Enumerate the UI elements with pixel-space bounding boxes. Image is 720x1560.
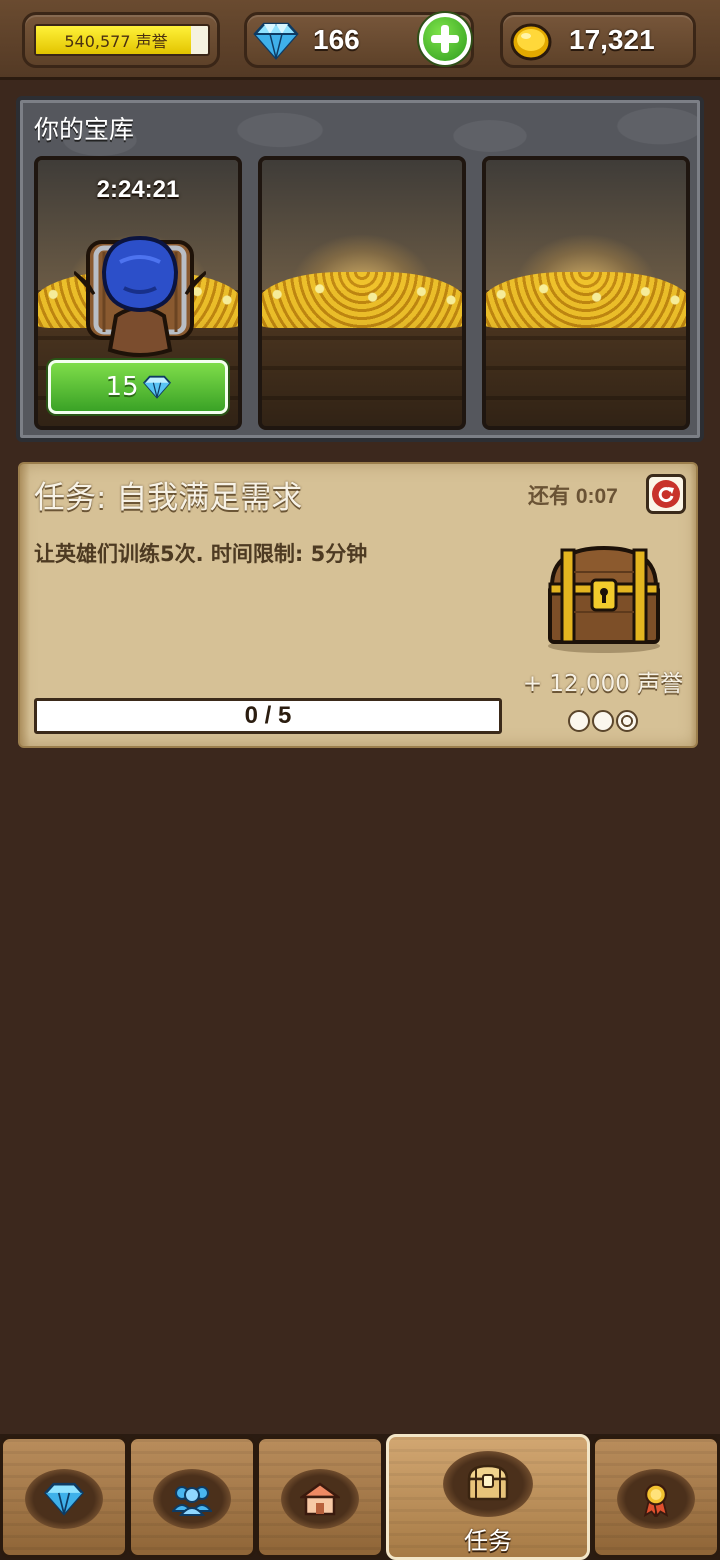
medal-icon — [643, 1483, 669, 1517]
slot-wall — [262, 160, 462, 290]
difficulty-dot — [592, 710, 614, 732]
refresh-icon — [652, 480, 680, 508]
reputation-bar: 540,577 声誉 — [34, 24, 210, 56]
unlock-cost: 15 — [105, 372, 139, 402]
buildings-icon — [300, 1482, 340, 1516]
tab-heroes[interactable] — [128, 1436, 256, 1558]
slot-wall — [486, 160, 686, 290]
quest-reward: + 12,000 声誉 — [522, 671, 684, 697]
tab-gem-shop[interactable] — [0, 1436, 128, 1558]
refresh-quest-button[interactable] — [646, 474, 686, 514]
gold-count: 17,321 — [569, 24, 655, 55]
tab-label: 任务 — [464, 1527, 512, 1555]
diamond-icon — [142, 375, 171, 399]
vault-slot[interactable]: 2:24:21 15 — [34, 156, 242, 430]
treasure-chest-icon — [548, 545, 660, 653]
reputation-value: 540,577 声誉 — [64, 32, 168, 51]
chest-icon — [467, 1464, 509, 1501]
plus-icon — [423, 17, 467, 61]
tab-quests[interactable]: 任务 — [386, 1434, 590, 1560]
quest-difficulty-indicator — [568, 710, 640, 734]
resource-bar: 540,577 声誉 166 17,321 — [0, 0, 720, 80]
tab-achievements[interactable] — [592, 1436, 720, 1558]
gold-coin-icon — [510, 23, 552, 61]
slot-shade — [262, 316, 462, 426]
difficulty-dot — [616, 710, 638, 732]
quest-progress-text: 0 / 5 — [244, 702, 292, 729]
quest-time-left: 还有 0:07 — [528, 485, 618, 508]
diamond-icon — [44, 1482, 84, 1516]
hero-chest-icon — [74, 235, 206, 357]
slot-timer: 2:24:21 — [96, 176, 180, 203]
vault-slot-empty[interactable] — [482, 156, 690, 430]
slot-shade — [486, 316, 686, 426]
vault-title: 你的宝库 — [34, 115, 135, 144]
quest-progress-bar: 0 / 5 — [34, 698, 502, 734]
tab-buildings[interactable] — [256, 1436, 384, 1558]
gem-count: 166 — [313, 24, 360, 55]
heroes-icon — [172, 1486, 212, 1516]
quest-title: 任务: 自我满足需求 — [34, 480, 303, 516]
quest-card: 任务: 自我满足需求 还有 0:07 让英雄们训练5次. 时间限制: 5分钟 +… — [18, 462, 698, 748]
bottom-navigation: 任务 — [0, 1434, 720, 1560]
reputation-meter[interactable]: 540,577 声誉 — [22, 12, 220, 68]
vault-slot-empty[interactable] — [258, 156, 466, 430]
gold-counter: 17,321 — [500, 12, 696, 68]
unlock-slot-button[interactable]: 15 — [48, 360, 228, 414]
treasure-vault: 你的宝库 2:24:21 15 — [16, 96, 704, 442]
refresh-arrow — [658, 487, 674, 503]
difficulty-dot — [568, 710, 590, 732]
diamond-icon — [253, 22, 299, 60]
quest-description: 让英雄们训练5次. 时间限制: 5分钟 — [34, 542, 368, 566]
buy-gems-button[interactable] — [417, 11, 473, 67]
gem-counter: 166 — [244, 11, 474, 68]
